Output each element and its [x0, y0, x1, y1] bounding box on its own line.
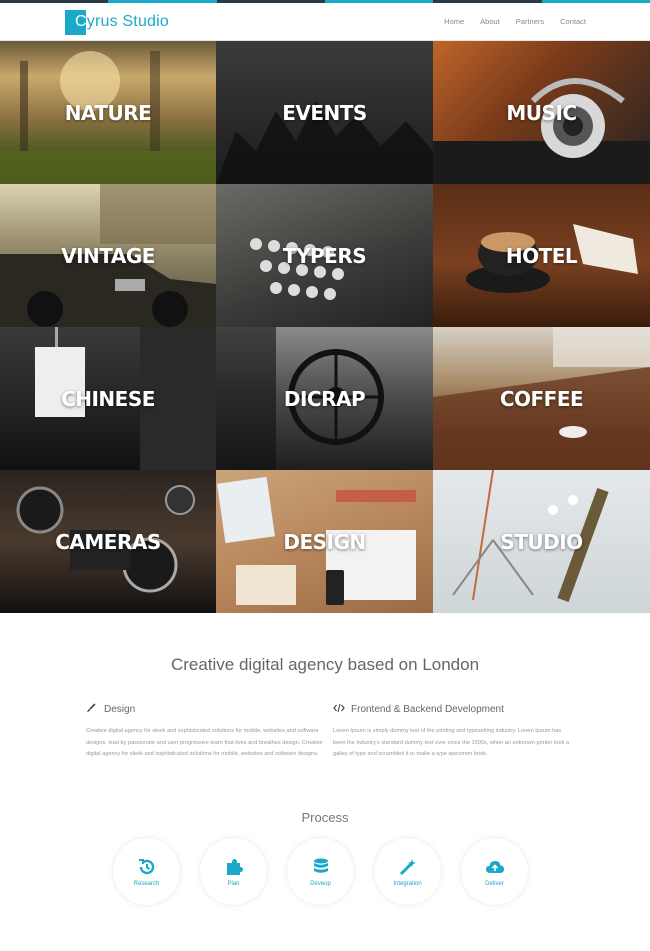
nav-about[interactable]: About	[480, 17, 500, 26]
tile-label: EVENTS	[282, 100, 367, 125]
nav-home[interactable]: Home	[444, 17, 464, 26]
process-step-label: Plan	[227, 880, 240, 887]
tile-studio[interactable]: STUDIO	[433, 470, 650, 613]
cloud-upload-icon	[485, 860, 504, 873]
process-step-label: Research	[133, 880, 160, 887]
tile-cameras[interactable]: CAMERAS	[0, 470, 216, 613]
puzzle-icon	[226, 858, 243, 875]
process-step-label: Deliver	[485, 880, 504, 887]
database-icon	[313, 858, 328, 873]
code-icon	[333, 703, 345, 716]
tile-label: NATURE	[64, 100, 152, 125]
process-step-label: Integration	[393, 880, 422, 887]
feature-title: Design	[86, 703, 326, 716]
tile-label: CAMERAS	[55, 529, 161, 554]
process-step-deliver[interactable]: Deliver	[461, 838, 528, 905]
tile-hotel[interactable]: HOTEL	[433, 184, 650, 327]
process-step-label: Deveop	[310, 880, 331, 887]
tile-dicrap[interactable]: DICRAP	[216, 327, 433, 470]
tile-label: HOTEL	[505, 243, 578, 268]
tile-typers[interactable]: TYPERS	[216, 184, 433, 327]
tile-label: CHINESE	[61, 386, 155, 411]
tile-label: STUDIO	[500, 529, 583, 554]
tile-label: MUSIC	[506, 100, 577, 125]
nav-contact[interactable]: Contact	[560, 17, 586, 26]
process-steps: Research Plan Deveop Integration Deliver	[113, 838, 528, 905]
portfolio-grid: NATURE EVENTS MUSIC VINTAGE TYPERS HOTEL…	[0, 41, 650, 613]
brush-icon	[86, 703, 96, 716]
logo-text: CCyrus Studio	[65, 13, 169, 31]
feature-design: Design Creative digital agency for sleek…	[86, 703, 326, 761]
nav-partners[interactable]: Partners	[516, 17, 544, 26]
process-step-develop[interactable]: Deveop	[287, 838, 354, 905]
tile-nature[interactable]: NATURE	[0, 41, 216, 184]
tile-label: DESIGN	[283, 529, 366, 554]
tile-label: VINTAGE	[61, 243, 155, 268]
main-nav: Home About Partners Contact	[444, 17, 586, 26]
feature-title-text: Design	[104, 704, 136, 715]
tile-coffee[interactable]: COFFEE	[433, 327, 650, 470]
history-icon	[138, 858, 154, 874]
feature-development: Frontend & Backend Development Lorem Ips…	[333, 703, 573, 761]
process-step-plan[interactable]: Plan	[200, 838, 267, 905]
logo[interactable]: CCyrus Studio	[65, 10, 169, 35]
feature-title: Frontend & Backend Development	[333, 703, 573, 716]
logo-name: yrus Studio	[86, 13, 170, 30]
page-headline: Creative digital agency based on London	[170, 655, 480, 674]
tile-music[interactable]: MUSIC	[433, 41, 650, 184]
process-step-research[interactable]: Research	[113, 838, 180, 905]
tile-events[interactable]: EVENTS	[216, 41, 433, 184]
logo-initial: C	[75, 13, 87, 30]
tile-label: TYPERS	[282, 243, 367, 268]
tile-chinese[interactable]: CHINESE	[0, 327, 216, 470]
tile-vintage[interactable]: VINTAGE	[0, 184, 216, 327]
site-header: CCyrus Studio Home About Partners Contac…	[0, 3, 650, 41]
tile-label: COFFEE	[499, 386, 584, 411]
feature-body: Creative digital agency for sleek and so…	[86, 728, 323, 757]
tile-label: DICRAP	[283, 386, 366, 411]
magic-wand-icon	[399, 858, 416, 875]
tile-design[interactable]: DESIGN	[216, 470, 433, 613]
process-title: Process	[301, 810, 349, 825]
feature-body: Lorem Ipsum is simply dummy text of the …	[333, 728, 570, 757]
feature-title-text: Frontend & Backend Development	[351, 704, 504, 715]
process-step-integration[interactable]: Integration	[374, 838, 441, 905]
